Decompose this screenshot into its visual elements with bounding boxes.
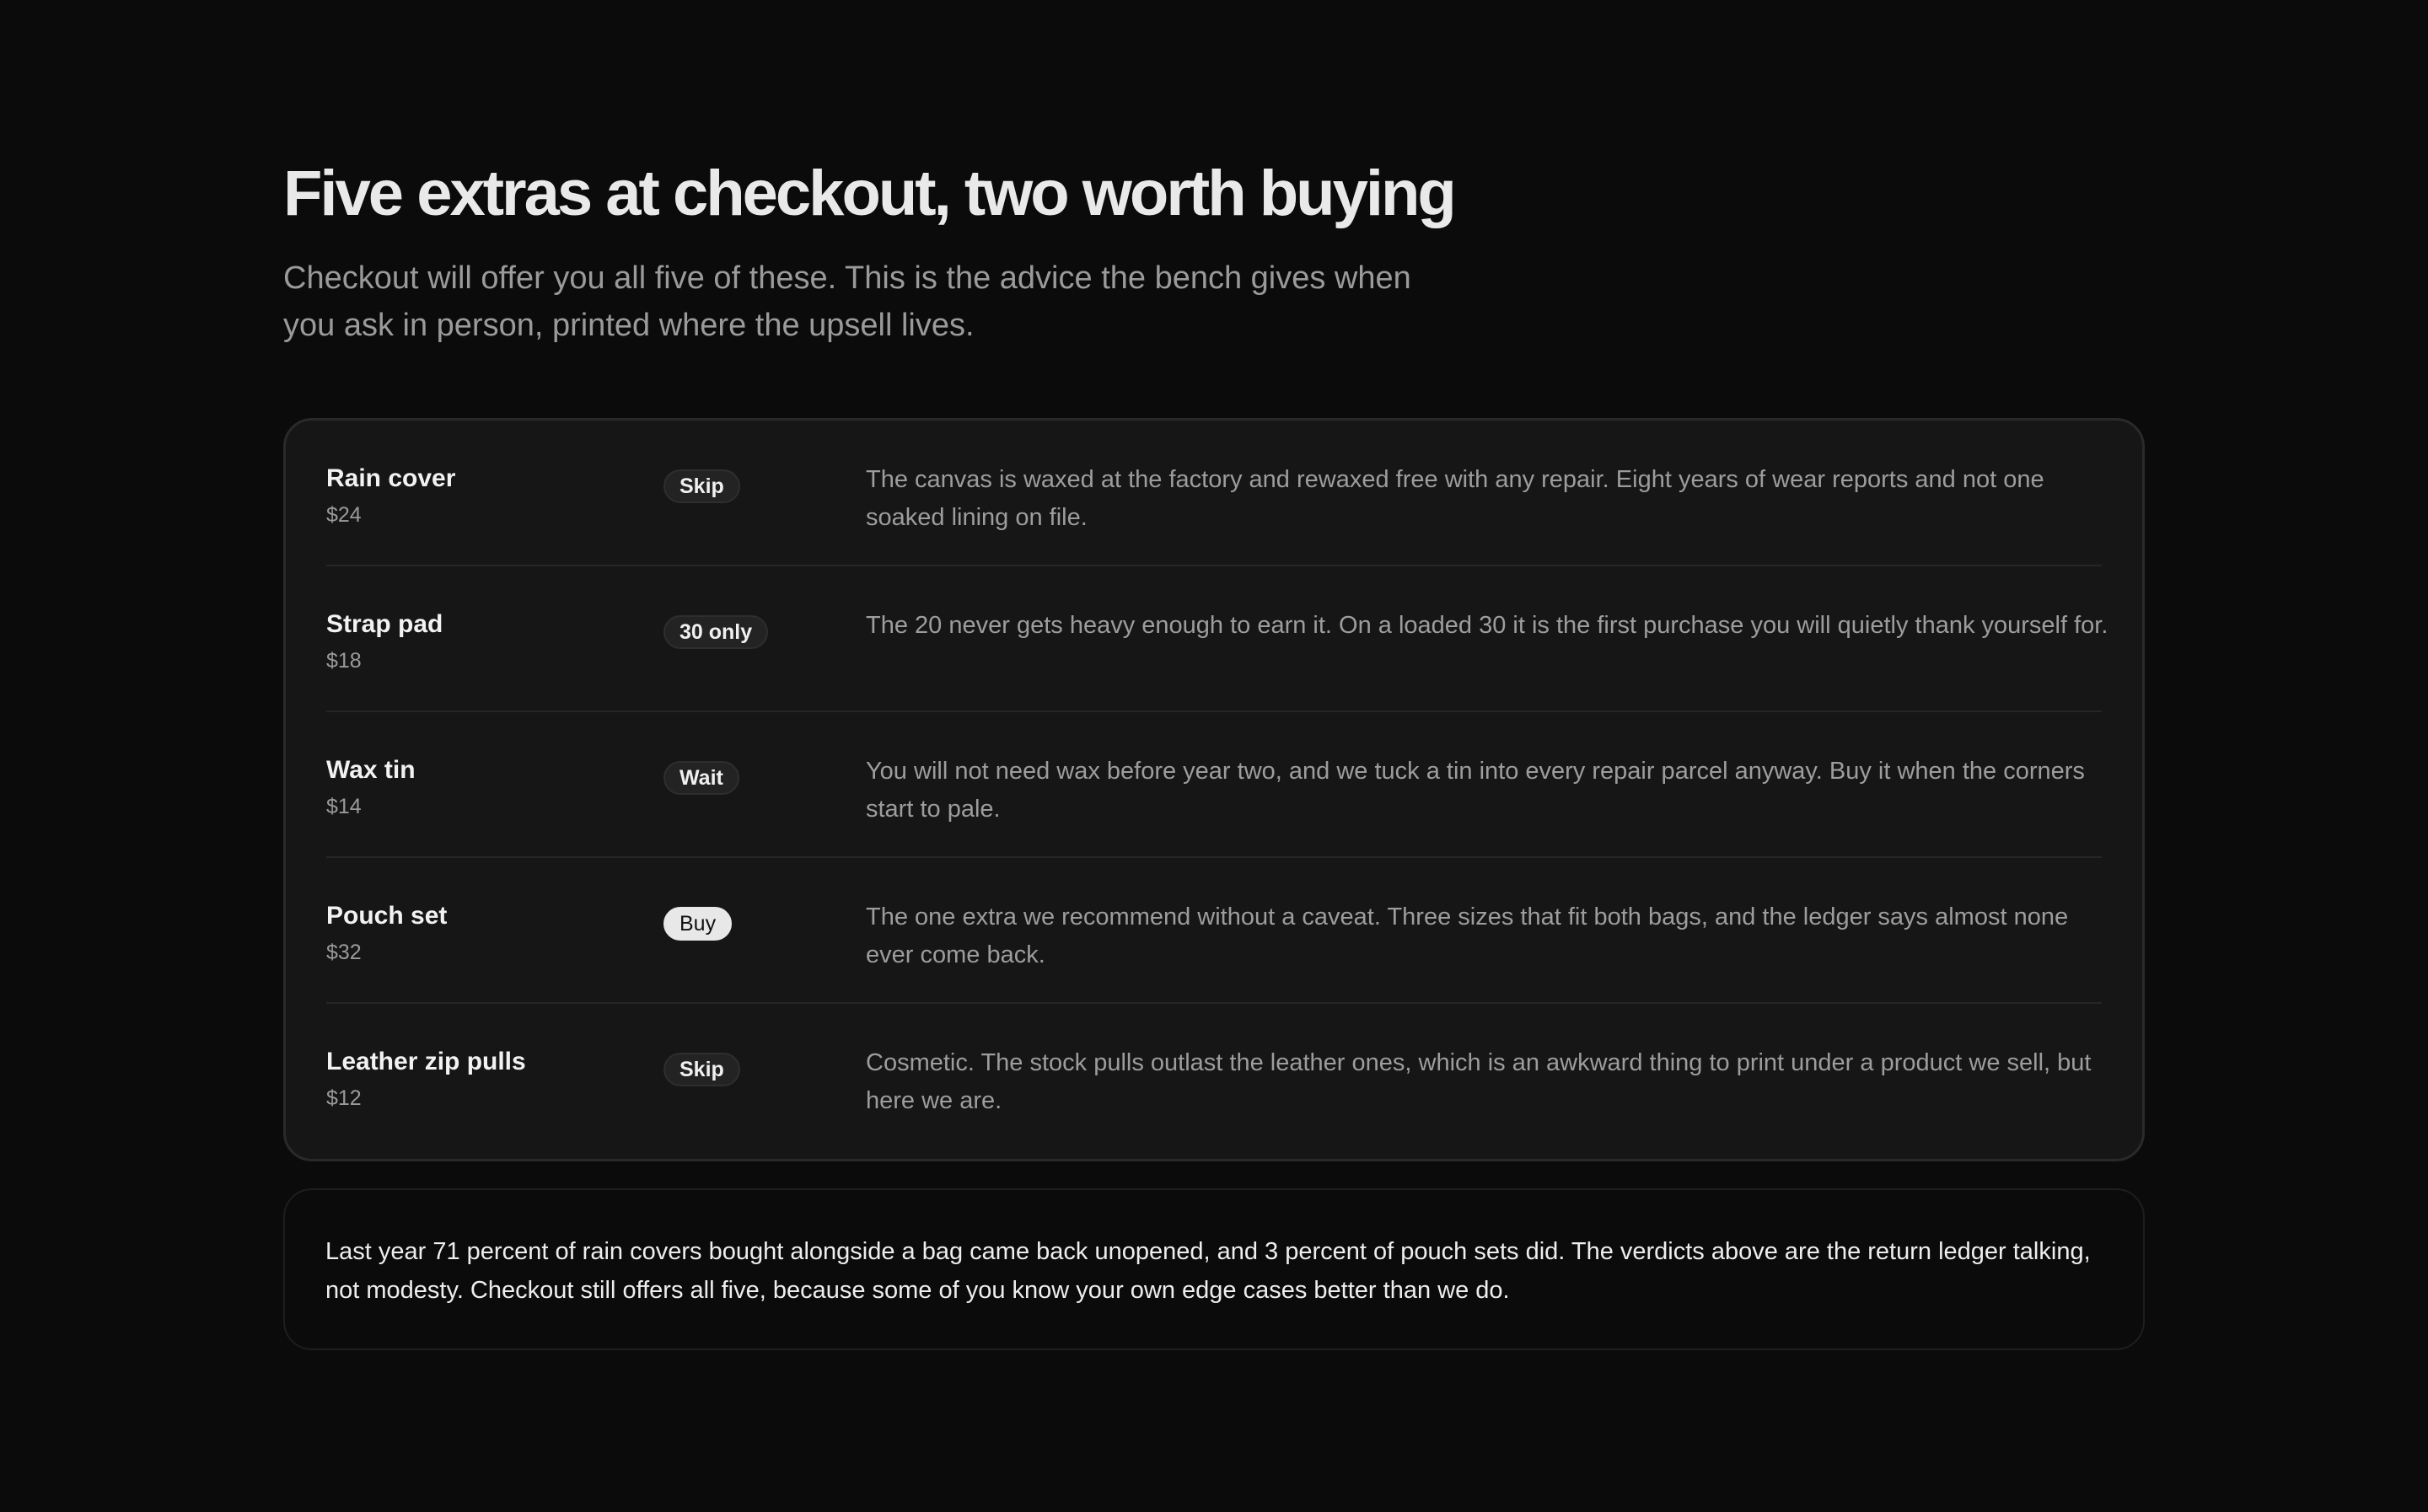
item-name: Rain cover bbox=[326, 464, 456, 492]
item-name: Leather zip pulls bbox=[326, 1048, 526, 1075]
item-name: Wax tin bbox=[326, 756, 416, 784]
table-row: Leather zip pulls $12 Skip Cosmetic. The… bbox=[326, 1004, 2102, 1150]
item-note: You will not need wax before year two, a… bbox=[866, 758, 2085, 823]
verdict-badge: 30 only bbox=[663, 615, 769, 649]
item-note: The one extra we recommend without a cav… bbox=[866, 903, 2069, 968]
page-title: Five extras at checkout, two worth buyin… bbox=[283, 158, 1457, 229]
page-subtitle: Checkout will offer you all five of thes… bbox=[283, 260, 1411, 343]
item-price: $18 bbox=[326, 649, 362, 673]
table-row: Rain cover $24 Skip The canvas is waxed … bbox=[326, 421, 2102, 566]
item-note: The 20 never gets heavy enough to earn i… bbox=[866, 612, 2108, 639]
verdict-badge-buy: Buy bbox=[663, 907, 733, 941]
extras-table: Rain cover $24 Skip The canvas is waxed … bbox=[283, 418, 2145, 1161]
table-row: Strap pad $18 30 only The 20 never gets … bbox=[326, 566, 2108, 712]
item-price: $12 bbox=[326, 1086, 362, 1110]
item-price: $14 bbox=[326, 795, 362, 818]
verdict-badge: Skip bbox=[663, 469, 740, 503]
ledger-note-card: Last year 71 percent of rain covers boug… bbox=[283, 1188, 2145, 1350]
item-price: $24 bbox=[326, 503, 362, 527]
verdict-badge: Skip bbox=[663, 1053, 740, 1086]
item-price: $32 bbox=[326, 941, 362, 964]
table-row: Wax tin $14 Wait You will not need wax b… bbox=[326, 712, 2102, 858]
item-note: The canvas is waxed at the factory and r… bbox=[866, 466, 2044, 531]
table-row: Pouch set $32 Buy The one extra we recom… bbox=[326, 858, 2102, 1004]
item-note: Cosmetic. The stock pulls outlast the le… bbox=[866, 1049, 2092, 1114]
item-name: Pouch set bbox=[326, 902, 448, 930]
verdict-badge: Wait bbox=[663, 761, 739, 795]
ledger-note: Last year 71 percent of rain covers boug… bbox=[325, 1238, 2091, 1304]
item-name: Strap pad bbox=[326, 610, 443, 638]
